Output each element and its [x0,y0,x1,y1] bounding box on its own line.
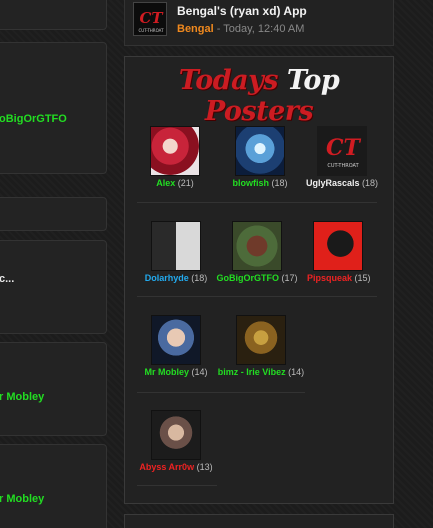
left-card-1 [0,0,107,30]
poster-alex[interactable]: Alex (21) [149,126,201,188]
poster-name[interactable]: Dolarhyde (18) [142,273,210,283]
poster-name[interactable]: blowfish (18) [229,178,291,188]
app-logo[interactable]: CT CUT-THROAT [133,2,167,36]
poster-row: Abyss Arr0w (13) [137,402,217,486]
left-card-2[interactable]: oBigOrGTFO [0,42,107,174]
poster-uglyrascals[interactable]: CT CUT-THROAT UglyRascals (18) [299,126,385,188]
poster-name[interactable]: UglyRascals (18) [299,178,385,188]
poster-name[interactable]: Alex (21) [149,178,201,188]
svg-text:CT: CT [326,135,362,161]
poster-pipsqueak[interactable]: Pipsqueak (15) [307,221,371,283]
left-card-3 [0,197,107,231]
top-posters-panel: Todays Top Posters Alex (21) blowfish (1… [124,56,394,504]
poster-name[interactable]: GoBigOrGTFO (17) [215,273,299,283]
poster-mr-mobley[interactable]: Mr Mobley (14) [142,315,210,377]
panel-title: Todays Top Posters [178,65,340,127]
poster-abyss-arr0w[interactable]: Abyss Arr0w (13) [137,410,215,472]
poster-name[interactable]: Mr Mobley (14) [142,367,210,377]
left-card-5[interactable]: r Mobley [0,342,107,436]
avatar[interactable] [151,221,201,271]
avatar[interactable] [151,315,201,365]
app-activity-card[interactable]: CT CUT-THROAT Bengal's (ryan xd) App Ben… [124,0,394,46]
poster-row: Alex (21) blowfish (18) CT CUT-THROAT Ug… [137,119,378,203]
avatar[interactable] [235,126,285,176]
poster-name[interactable]: bimz - Irie Vibez (14) [213,367,309,377]
poster-name[interactable]: Abyss Arr0w (13) [137,462,215,472]
app-meta: Bengal - Today, 12:40 AM [177,23,304,35]
svg-text:CUT-THROAT: CUT-THROAT [138,28,164,33]
poster-dolarhyde[interactable]: Dolarhyde (18) [142,221,210,283]
avatar[interactable] [150,126,200,176]
app-title[interactable]: Bengal's (ryan xd) App [177,4,307,18]
avatar[interactable] [313,221,363,271]
next-panel [124,514,394,528]
poster-name[interactable]: Pipsqueak (15) [307,273,371,283]
poster-bimz[interactable]: bimz - Irie Vibez (14) [213,315,309,377]
poster-row: Dolarhyde (18) GoBigOrGTFO (17) Pipsquea… [137,213,377,297]
poster-gobigorgtfo[interactable]: GoBigOrGTFO (17) [215,221,299,283]
left-card-username[interactable]: oBigOrGTFO [0,113,67,125]
avatar[interactable] [236,315,286,365]
app-author[interactable]: Bengal [177,23,214,35]
left-card-username[interactable]: c... [0,273,14,285]
poster-blowfish[interactable]: blowfish (18) [229,126,291,188]
app-time: - Today, 12:40 AM [213,23,305,35]
left-card-4[interactable]: c... [0,240,107,334]
poster-row: Mr Mobley (14) bimz - Irie Vibez (14) [137,309,305,393]
left-card-username[interactable]: r Mobley [0,493,44,505]
left-card-6[interactable]: r Mobley [0,444,107,528]
avatar[interactable]: CT CUT-THROAT [317,126,367,176]
svg-text:CUT-THROAT: CUT-THROAT [327,163,359,169]
avatar[interactable] [232,221,282,271]
left-card-username[interactable]: r Mobley [0,391,44,403]
avatar[interactable] [151,410,201,460]
svg-text:CT: CT [139,9,164,27]
